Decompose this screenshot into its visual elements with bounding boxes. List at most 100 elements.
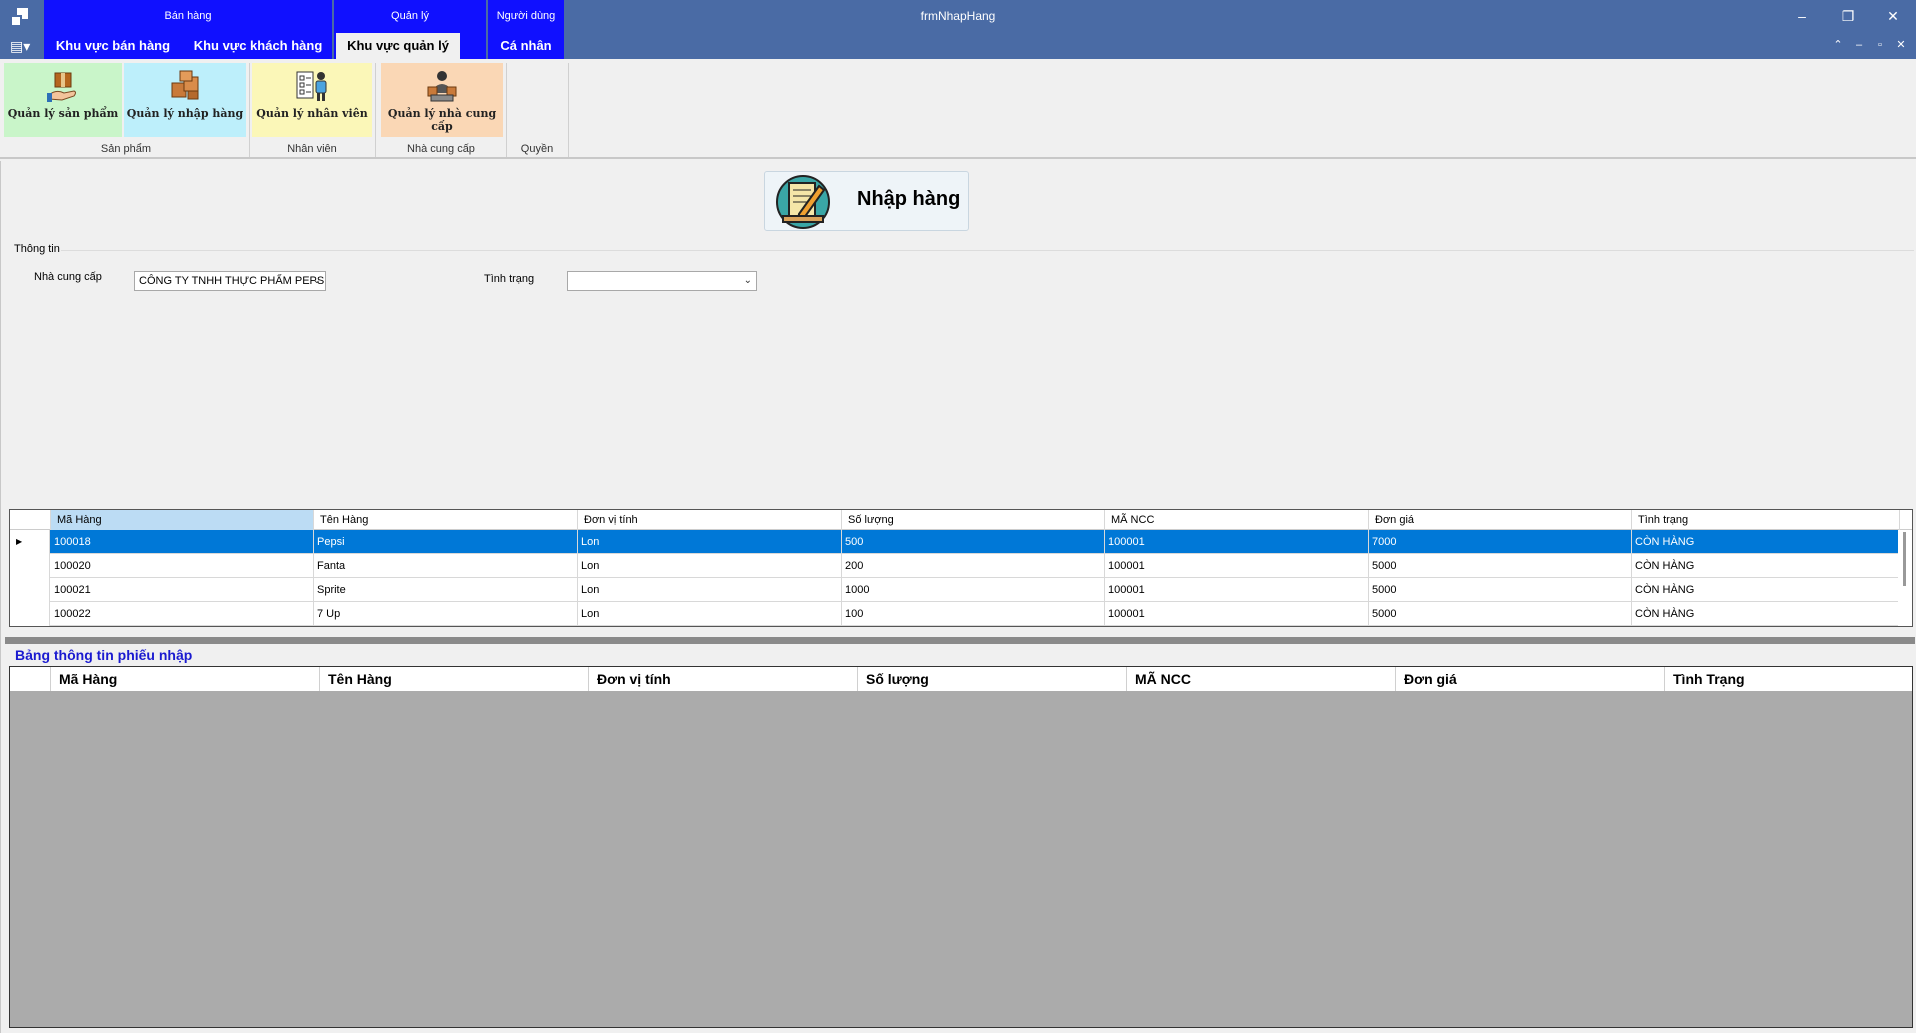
cell-tinh-trang[interactable]: CÒN HÀNG bbox=[1632, 530, 1900, 554]
cell-ma-hang[interactable]: 100022 bbox=[51, 602, 314, 626]
tab-ca-nhan[interactable]: Cá nhân bbox=[488, 33, 564, 59]
column-header-don-vi-tinh[interactable]: Đơn vị tính bbox=[578, 510, 842, 530]
section-label-thong-tin: Thông tin bbox=[14, 243, 60, 255]
close-button[interactable]: ✕ bbox=[1870, 0, 1916, 32]
cell-ma-hang[interactable]: 100018 bbox=[51, 530, 314, 554]
supplier-select[interactable]: CÔNG TY TNHH THỰC PHẨM PEPSI ⌄ bbox=[134, 271, 326, 291]
tab-khu-vuc-ban-hang[interactable]: Khu vực bán hàng bbox=[44, 33, 182, 59]
cell-tinh-trang[interactable]: CÒN HÀNG bbox=[1632, 578, 1900, 602]
products-grid[interactable]: Mã Hàng Tên Hàng Đơn vị tính Số lượng MÃ… bbox=[9, 509, 1913, 627]
supplier-icon bbox=[427, 71, 457, 102]
receipt-grid[interactable]: Mã Hàng Tên Hàng Đơn vị tính Số lượng MÃ… bbox=[9, 666, 1913, 1028]
row-header[interactable] bbox=[10, 602, 50, 626]
column-header-so-luong[interactable]: Số lượng bbox=[842, 510, 1105, 530]
cell-ma-ncc[interactable]: 100001 bbox=[1105, 578, 1369, 602]
window-title: frmNhapHang bbox=[920, 9, 996, 23]
receipt-column-ma-ncc[interactable]: MÃ NCC bbox=[1126, 667, 1395, 691]
tab-khu-vuc-quan-ly[interactable]: Khu vực quản lý bbox=[336, 33, 460, 59]
table-row[interactable]: 100020 Fanta Lon 200 100001 5000 CÒN HÀNG bbox=[10, 554, 1912, 578]
ribbon-group-nha-cung-cap: Nhà cung cấp bbox=[407, 143, 475, 155]
receipt-column-tinh-trang[interactable]: Tình Trạng bbox=[1664, 667, 1912, 691]
ribbon-button-quan-ly-nha-cung-cap[interactable]: Quản lý nhà cung cấp bbox=[381, 63, 503, 137]
ribbon-button-label: Quản lý nhập hàng bbox=[126, 107, 244, 120]
cell-ma-ncc[interactable]: 100001 bbox=[1105, 530, 1369, 554]
chevron-down-icon[interactable]: ⌄ bbox=[313, 272, 321, 290]
cell-tinh-trang[interactable]: CÒN HÀNG bbox=[1632, 602, 1900, 626]
receipt-column-don-vi-tinh[interactable]: Đơn vị tính bbox=[588, 667, 857, 691]
cell-don-gia[interactable]: 7000 bbox=[1369, 530, 1632, 554]
supplier-select-value: CÔNG TY TNHH THỰC PHẨM PEPSI bbox=[139, 275, 326, 287]
table-row[interactable]: 100022 7 Up Lon 100 100001 5000 CÒN HÀNG bbox=[10, 602, 1912, 626]
cell-don-vi-tinh[interactable]: Lon bbox=[578, 602, 842, 626]
receipt-column-don-gia[interactable]: Đơn giá bbox=[1395, 667, 1664, 691]
section-divider bbox=[61, 250, 1914, 251]
cell-ten-hang[interactable]: Pepsi bbox=[314, 530, 578, 554]
cell-ma-ncc[interactable]: 100001 bbox=[1105, 554, 1369, 578]
cell-ma-ncc[interactable]: 100001 bbox=[1105, 602, 1369, 626]
employee-checklist-icon bbox=[296, 71, 327, 101]
cell-so-luong[interactable]: 200 bbox=[842, 554, 1105, 578]
column-header-ten-hang[interactable]: Tên Hàng bbox=[314, 510, 578, 530]
cell-don-gia[interactable]: 5000 bbox=[1369, 554, 1632, 578]
cell-so-luong[interactable]: 1000 bbox=[842, 578, 1105, 602]
mdi-minimize-button[interactable]: – bbox=[1848, 36, 1870, 54]
ribbon-button-quan-ly-nhap-hang[interactable]: Quản lý nhập hàng bbox=[124, 63, 246, 137]
mdi-restore-button[interactable]: ▫ bbox=[1869, 36, 1891, 54]
product-box-icon bbox=[47, 72, 76, 102]
cell-so-luong[interactable]: 100 bbox=[842, 602, 1105, 626]
receipt-column-ma-hang[interactable]: Mã Hàng bbox=[50, 667, 319, 691]
ribbon-button-label: Quản lý nhà cung cấp bbox=[387, 107, 497, 133]
cell-ma-hang[interactable]: 100021 bbox=[51, 578, 314, 602]
cell-don-vi-tinh[interactable]: Lon bbox=[578, 530, 842, 554]
status-select[interactable]: ⌄ bbox=[567, 271, 757, 291]
row-header[interactable]: ▶ bbox=[10, 530, 50, 554]
ribbon-group-quyen: Quyền bbox=[520, 143, 554, 155]
restore-button[interactable]: ❐ bbox=[1825, 0, 1871, 32]
ribbon-button-quan-ly-san-pham[interactable]: Quản lý sản phẩm bbox=[4, 63, 122, 137]
title-bar: Bán hàng Quản lý Người dùng frmNhapHang … bbox=[0, 0, 1916, 59]
cell-don-gia[interactable]: 5000 bbox=[1369, 602, 1632, 626]
ribbon-button-label: Quản lý nhân viên bbox=[256, 107, 368, 120]
collapse-ribbon-icon[interactable]: ⌃ bbox=[1827, 36, 1849, 54]
cell-so-luong[interactable]: 500 bbox=[842, 530, 1105, 554]
table-row[interactable]: ▶ 100018 Pepsi Lon 500 100001 7000 CÒN HÀNG bbox=[10, 530, 1912, 554]
column-header-ma-ncc[interactable]: MÃ NCC bbox=[1105, 510, 1369, 530]
receipt-section-title: Bảng thông tin phiếu nhập bbox=[15, 647, 193, 663]
main-content: Nhập hàng Thông tin Nhà cung cấp CÔNG TY… bbox=[0, 161, 1916, 1033]
minimize-button[interactable]: – bbox=[1779, 0, 1825, 32]
cell-ma-hang[interactable]: 100020 bbox=[51, 554, 314, 578]
cell-ten-hang[interactable]: 7 Up bbox=[314, 602, 578, 626]
ribbon-button-label: Quản lý sản phẩm bbox=[7, 107, 119, 120]
notepad-pencil-icon bbox=[776, 175, 830, 229]
receipt-column-so-luong[interactable]: Số lượng bbox=[857, 667, 1126, 691]
ribbon-button-quan-ly-nhan-vien[interactable]: Quản lý nhân viên bbox=[252, 63, 372, 137]
column-header-ma-hang[interactable]: Mã Hàng bbox=[51, 510, 314, 530]
splitter-bar[interactable] bbox=[5, 637, 1915, 644]
ribbon-group-san-pham: Sản phẩm bbox=[100, 143, 152, 155]
row-header[interactable] bbox=[10, 578, 50, 602]
page-title: Nhập hàng bbox=[857, 188, 961, 210]
row-header[interactable] bbox=[10, 554, 50, 578]
quick-access-menu-icon[interactable]: ▤▾ bbox=[10, 38, 32, 54]
scrollbar-thumb[interactable] bbox=[1903, 532, 1906, 586]
cell-don-vi-tinh[interactable]: Lon bbox=[578, 578, 842, 602]
cell-tinh-trang[interactable]: CÒN HÀNG bbox=[1632, 554, 1900, 578]
current-row-icon: ▶ bbox=[16, 537, 23, 546]
table-row[interactable]: 100021 Sprite Lon 1000 100001 5000 CÒN HÀNG bbox=[10, 578, 1912, 602]
products-grid-scrollbar[interactable] bbox=[1898, 530, 1912, 626]
cell-ten-hang[interactable]: Sprite bbox=[314, 578, 578, 602]
receipt-column-ten-hang[interactable]: Tên Hàng bbox=[319, 667, 588, 691]
mdi-close-button[interactable]: ✕ bbox=[1890, 36, 1912, 54]
column-header-don-gia[interactable]: Đơn giá bbox=[1369, 510, 1632, 530]
column-header-tinh-trang[interactable]: Tình trạng bbox=[1632, 510, 1900, 530]
cell-ten-hang[interactable]: Fanta bbox=[314, 554, 578, 578]
tab-khu-vuc-khach-hang[interactable]: Khu vực khách hàng bbox=[184, 33, 332, 59]
supplier-label: Nhà cung cấp bbox=[34, 271, 102, 283]
ribbon-group-nhan-vien: Nhân viên bbox=[287, 143, 337, 155]
row-header-corner bbox=[10, 510, 51, 530]
cell-don-vi-tinh[interactable]: Lon bbox=[578, 554, 842, 578]
ribbon-page: Quản lý sản phẩm Quản lý nhập hàng Quản … bbox=[0, 59, 1916, 159]
row-header-corner bbox=[10, 667, 50, 691]
chevron-down-icon[interactable]: ⌄ bbox=[744, 272, 752, 290]
cell-don-gia[interactable]: 5000 bbox=[1369, 578, 1632, 602]
